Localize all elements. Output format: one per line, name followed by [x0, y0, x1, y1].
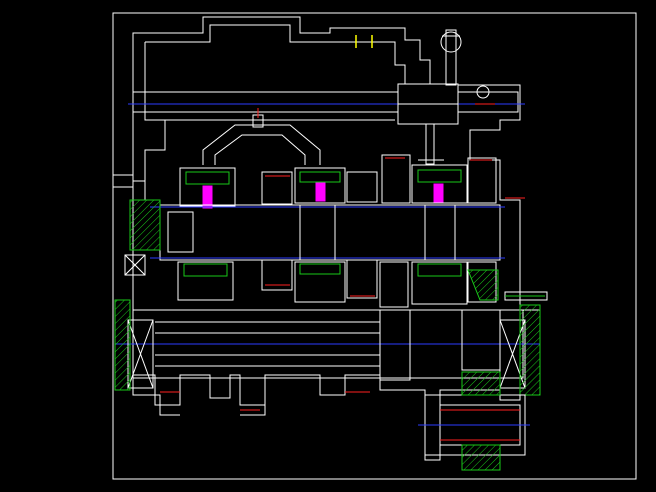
gear-cluster-lower — [177, 259, 499, 308]
gear-cluster-upper — [179, 154, 497, 209]
drawing-frame — [112, 12, 637, 480]
top-bolt — [355, 29, 462, 86]
gearbox-cad-drawing — [112, 12, 637, 480]
right-bolt — [504, 291, 548, 301]
main-shaft — [129, 197, 525, 261]
upper-shift-rail — [128, 83, 525, 125]
lower-drive-gear — [418, 371, 530, 471]
